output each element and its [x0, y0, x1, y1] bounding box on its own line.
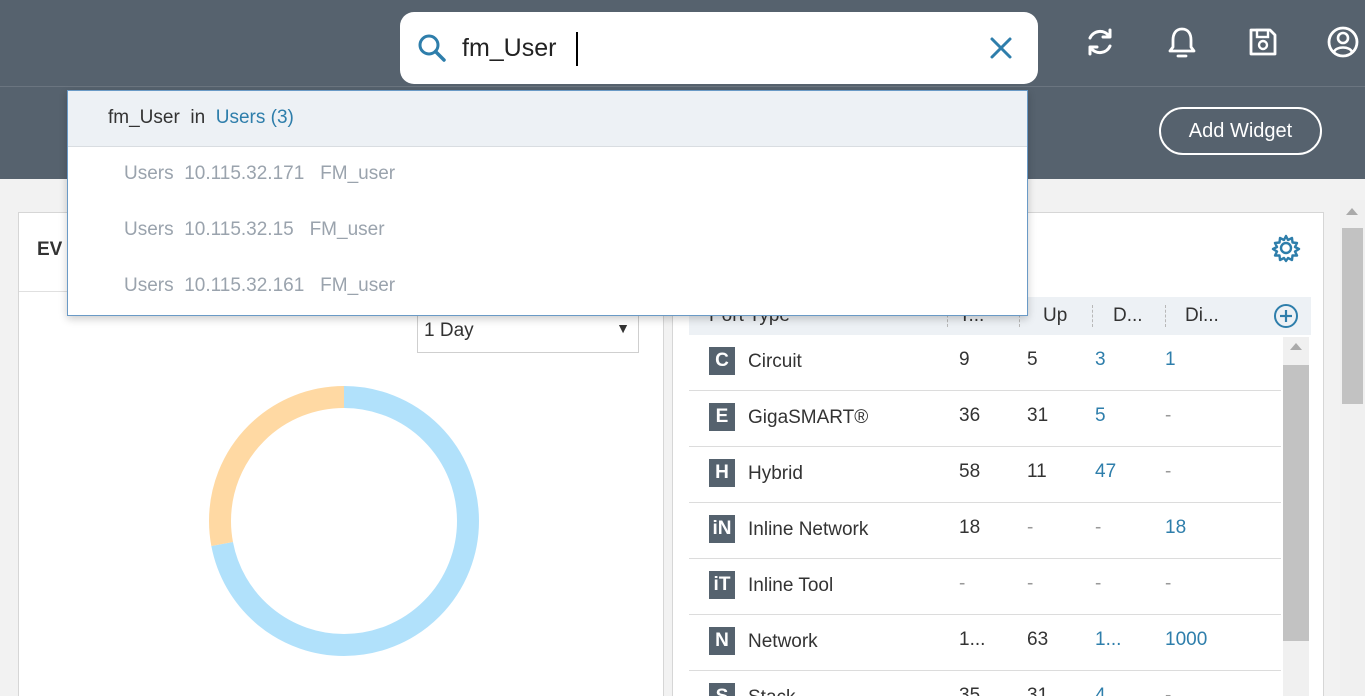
column-header-up[interactable]: Up [1043, 305, 1067, 327]
add-widget-button[interactable]: Add Widget [1159, 107, 1322, 155]
up-count: - [1027, 573, 1034, 594]
suggestion-category-link[interactable]: Users (3) [216, 107, 294, 128]
suggestion-item[interactable]: Users 10.115.32.161 FM_user [68, 259, 1027, 315]
port-type-badge: iN [709, 515, 735, 543]
port-type-label: Network [748, 631, 818, 652]
search-icon [418, 34, 446, 62]
suggestion-user: FM_user [309, 219, 385, 240]
port-type-badge: S [709, 683, 735, 696]
suggestion-item[interactable]: Users 10.115.32.171 FM_user [68, 147, 1027, 203]
column-header-down[interactable]: D... [1113, 305, 1143, 327]
gear-icon[interactable] [1271, 233, 1301, 263]
scrollbar-thumb[interactable] [1283, 365, 1309, 641]
down-count: - [1095, 517, 1102, 538]
total-count: 9 [959, 349, 970, 370]
suggestion-user: FM_user [320, 275, 396, 296]
up-count: 5 [1027, 349, 1038, 370]
refresh-icon[interactable] [1082, 24, 1118, 60]
total-count: 18 [959, 517, 981, 538]
down-count-link[interactable]: 1... [1095, 629, 1121, 651]
port-type-badge: C [709, 347, 735, 375]
down-count-link[interactable]: 4 [1095, 685, 1106, 696]
port-type-label: Circuit [748, 351, 802, 372]
scrollbar-thumb[interactable] [1342, 228, 1363, 404]
suggestion-text: fm_User in Users (3) [108, 107, 294, 129]
up-count: 63 [1027, 629, 1049, 650]
table-row[interactable]: H Hybrid 58 11 47 - [689, 447, 1281, 503]
column-header-disabled[interactable]: Di... [1185, 305, 1219, 327]
global-search-box[interactable] [400, 12, 1038, 84]
suggestion-text: Users 10.115.32.171 FM_user [124, 163, 395, 185]
port-type-label: Hybrid [748, 463, 803, 484]
suggestion-ip: 10.115.32.171 [184, 163, 305, 184]
table-row[interactable]: N Network 1... 63 1... 1000 [689, 615, 1281, 671]
dropdown-arrow-icon: ▼ [616, 320, 630, 336]
table-row[interactable]: S Stack 35 31 4 - [689, 671, 1281, 696]
page-scrollbar[interactable] [1340, 200, 1365, 696]
suggestion-category: Users [124, 163, 174, 184]
port-type-label: GigaSMART® [748, 407, 869, 428]
down-count: - [1095, 573, 1102, 594]
column-divider [1165, 305, 1166, 327]
suggestion-item-category[interactable]: fm_User in Users (3) [68, 91, 1027, 147]
disabled-count-link[interactable]: 18 [1165, 517, 1186, 539]
port-type-badge: iT [709, 571, 735, 599]
total-count: 36 [959, 405, 981, 426]
disabled-count-link[interactable]: 1000 [1165, 629, 1207, 651]
add-column-icon[interactable] [1273, 303, 1299, 329]
disabled-count: - [1165, 573, 1172, 594]
widget-title: EV [37, 239, 63, 260]
port-type-label: Inline Network [748, 519, 869, 540]
suggestion-in-word: in [190, 107, 206, 128]
close-icon[interactable] [987, 34, 1015, 62]
suggestion-query: fm_User [108, 107, 180, 128]
disabled-count-link[interactable]: 1 [1165, 349, 1176, 371]
table-row[interactable]: E GigaSMART® 36 31 5 - [689, 391, 1281, 447]
up-count: - [1027, 517, 1034, 538]
suggestion-ip: 10.115.32.15 [184, 219, 294, 240]
suggestion-text: Users 10.115.32.161 FM_user [124, 275, 395, 297]
up-count: 11 [1027, 461, 1047, 482]
user-icon[interactable] [1325, 24, 1361, 60]
table-row[interactable]: C Circuit 9 5 3 1 [689, 335, 1281, 391]
table-row[interactable]: iN Inline Network 18 - - 18 [689, 503, 1281, 559]
port-type-label: Stack [748, 687, 796, 696]
up-count: 31 [1027, 405, 1049, 426]
suggestion-category: Users [124, 219, 174, 240]
bell-icon[interactable] [1164, 24, 1200, 60]
search-input[interactable] [462, 30, 962, 66]
total-count: 58 [959, 461, 981, 482]
port-type-label: Inline Tool [748, 575, 834, 596]
port-type-badge: E [709, 403, 735, 431]
table-scrollbar[interactable] [1283, 337, 1309, 696]
down-count-link[interactable]: 47 [1095, 461, 1116, 483]
time-range-value: 1 Day [424, 320, 474, 341]
disabled-count: - [1165, 461, 1172, 482]
top-bar [0, 0, 1365, 86]
disabled-count: - [1165, 685, 1172, 696]
total-count: 1... [959, 629, 986, 650]
search-suggestions-dropdown: fm_User in Users (3) Users 10.115.32.171… [67, 90, 1028, 316]
port-type-badge: H [709, 459, 735, 487]
suggestion-user: FM_user [320, 163, 396, 184]
total-count: 35 [959, 685, 981, 696]
table-row[interactable]: iT Inline Tool - - - - [689, 559, 1281, 615]
suggestion-item[interactable]: Users 10.115.32.15 FM_user [68, 203, 1027, 259]
scroll-up-icon[interactable] [1290, 343, 1302, 350]
down-count-link[interactable]: 3 [1095, 349, 1106, 371]
disabled-count: - [1165, 405, 1172, 426]
down-count-link[interactable]: 5 [1095, 405, 1106, 427]
text-caret [576, 32, 578, 66]
up-count: 31 [1027, 685, 1049, 696]
suggestion-text: Users 10.115.32.15 FM_user [124, 219, 385, 241]
save-icon[interactable] [1245, 24, 1281, 60]
total-count: - [959, 573, 966, 594]
suggestion-ip: 10.115.32.161 [184, 275, 305, 296]
scroll-up-icon[interactable] [1346, 208, 1358, 215]
column-divider [1092, 305, 1093, 327]
suggestion-category: Users [124, 275, 174, 296]
events-donut-chart [209, 386, 479, 656]
port-type-badge: N [709, 627, 735, 655]
